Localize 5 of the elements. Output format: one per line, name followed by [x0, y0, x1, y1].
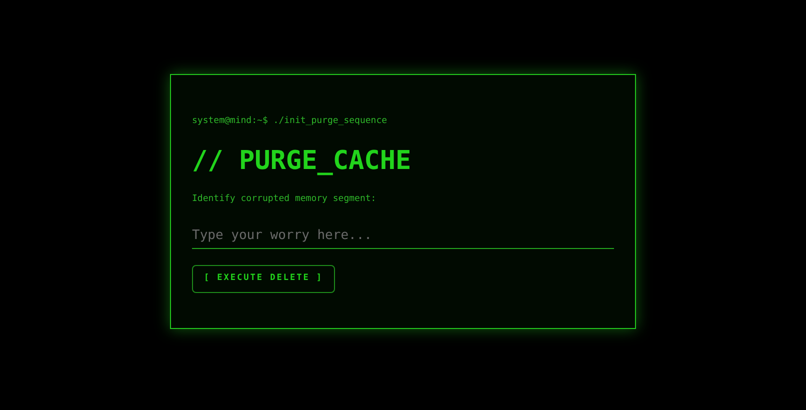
field-label: Identify corrupted memory segment: — [192, 192, 378, 204]
input-field[interactable]: Type your worry here... — [192, 222, 614, 248]
command-prompt: system@mind:~$ ./init_purge_sequence — [192, 114, 388, 126]
page-title: // PURGE_CACHE — [192, 146, 412, 176]
execute-delete-button[interactable]: [ EXECUTE DELETE ] — [192, 264, 335, 292]
